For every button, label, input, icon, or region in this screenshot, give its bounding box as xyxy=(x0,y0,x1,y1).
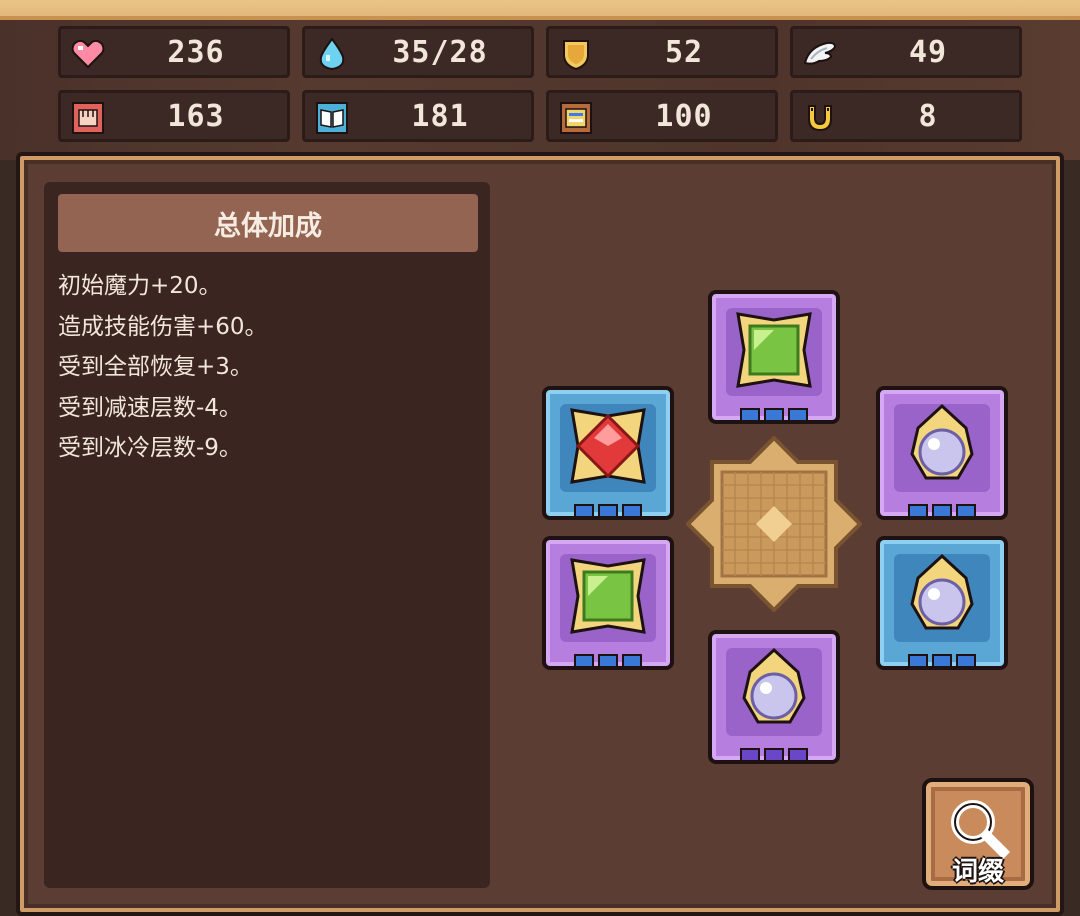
white-round-gem xyxy=(910,403,974,480)
stat-value: 163 xyxy=(167,98,225,134)
affix-button-label: 词缀 xyxy=(951,857,1004,887)
book-icon xyxy=(315,101,349,135)
mana-drop-icon xyxy=(315,37,349,71)
slot-pips xyxy=(712,748,836,762)
green-square-gem xyxy=(736,312,812,388)
white-round-gem xyxy=(910,553,974,630)
bonus-line: 造成技能伤害+60。 xyxy=(58,313,268,340)
fist-icon xyxy=(71,101,105,135)
slot-pips xyxy=(712,408,836,422)
slot-pips xyxy=(880,504,1004,518)
stat-agility: 100 xyxy=(546,90,778,142)
bonus-list: 初始魔力+20。 造成技能伤害+60。 受到全部恢复+3。 受到减速层数-4。 … xyxy=(58,266,478,469)
bonus-panel-title: 总体加成 xyxy=(58,194,478,252)
red-square-gem xyxy=(570,408,646,484)
wing-icon xyxy=(803,37,837,71)
gem-slot-top[interactable] xyxy=(708,290,840,424)
stat-health: 236 xyxy=(58,26,290,78)
stat-value: 52 xyxy=(664,34,704,70)
gem-slot-bottom[interactable] xyxy=(708,630,840,764)
stat-value: 8 xyxy=(918,98,938,134)
gem-slot-left-upper[interactable] xyxy=(542,386,674,520)
slot-pips xyxy=(880,654,1004,668)
stat-intelligence: 181 xyxy=(302,90,534,142)
green-square-gem xyxy=(570,558,646,634)
heart-icon xyxy=(71,37,105,71)
affix-button[interactable]: 词缀 xyxy=(922,778,1034,890)
bonus-line: 受到减速层数-4。 xyxy=(58,394,242,421)
stat-value: 35/28 xyxy=(392,34,488,70)
horseshoe-icon xyxy=(803,101,837,135)
stat-mana: 35/28 xyxy=(302,26,534,78)
slot-pips xyxy=(546,504,670,518)
white-round-gem xyxy=(742,647,806,724)
slot-pips xyxy=(546,654,670,668)
bonus-line: 受到冰冷层数-9。 xyxy=(58,435,242,461)
stat-speed: 49 xyxy=(790,26,1022,78)
stat-value: 100 xyxy=(655,98,713,134)
scroll-icon xyxy=(559,101,593,135)
stat-value: 236 xyxy=(167,34,225,70)
bonus-line: 受到全部恢复+3。 xyxy=(58,354,253,380)
stat-value: 181 xyxy=(411,98,469,134)
shield-icon xyxy=(559,37,593,71)
center-socket-plate xyxy=(686,436,862,612)
gem-slot-right-upper[interactable] xyxy=(876,386,1008,520)
stat-luck: 8 xyxy=(790,90,1022,142)
gem-slot-left-lower[interactable] xyxy=(542,536,674,670)
bonus-line: 初始魔力+20。 xyxy=(58,273,222,299)
stat-value: 49 xyxy=(908,34,948,70)
gem-slot-right-lower[interactable] xyxy=(876,536,1008,670)
stat-armor: 52 xyxy=(546,26,778,78)
stat-strength: 163 xyxy=(58,90,290,142)
